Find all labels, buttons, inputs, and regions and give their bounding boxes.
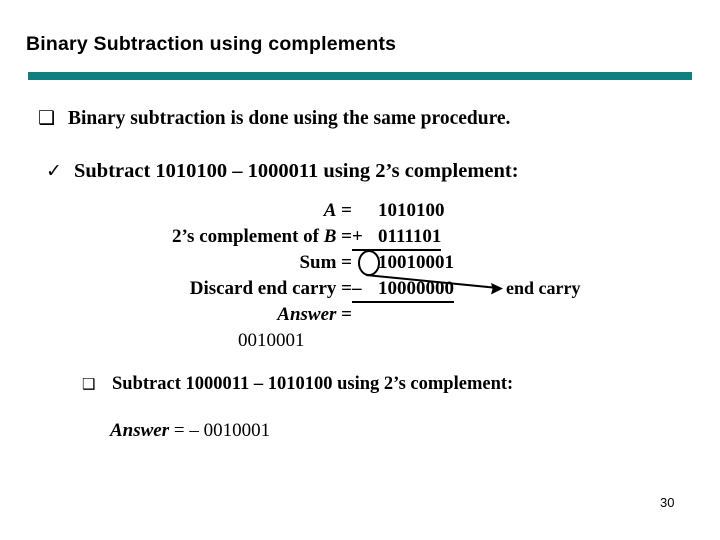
bullet-item-1-label: Binary subtraction is done using the sam… — [68, 108, 511, 129]
calc-row-b-operator: + — [352, 226, 363, 247]
title-divider-rule — [28, 72, 692, 80]
bullet-item-1: ❑ Binary subtraction is done using the s… — [38, 107, 510, 130]
calc-row-b-bits: 0111101 — [378, 226, 442, 247]
calc-row-answer-label-suffix: = — [336, 304, 352, 325]
final-answer-label: Answer — [110, 420, 170, 441]
checkmark-bullet-icon: ✓ — [46, 160, 62, 182]
calc-row-discard-label: Discard end carry = — [189, 278, 352, 299]
calc-row-sum-bits: 10010001 — [378, 252, 454, 273]
calc-row-sum: Sum = 10010001 — [0, 252, 720, 278]
calc-row-a-bits: 1010100 — [378, 200, 445, 221]
calc-row-b-label-italic: B — [323, 226, 337, 247]
calc-row-sum-label: Sum = — [299, 252, 352, 273]
calc-row-a-label: A = — [324, 200, 352, 222]
calc-row-a: A = 1010100 — [0, 200, 720, 226]
calc-row-b-value: +0111101 — [352, 226, 442, 251]
calc-row-discard-operator: – — [352, 278, 362, 299]
final-answer-value: = – 0010001 — [169, 420, 271, 441]
calculation-block: A = 1010100 2’s complement of B = +01111… — [0, 200, 720, 356]
page-number: 30 — [660, 495, 675, 510]
calc-row-b: 2’s complement of B = +0111101 — [0, 226, 720, 252]
calc-row-answer-label: Answer = — [277, 304, 352, 326]
bullet-item-3-label: Subtract 1000011 – 1010100 using 2’s com… — [112, 374, 514, 394]
calc-answer-bits: 0010001 — [238, 330, 305, 351]
page-title: Binary Subtraction using complements — [26, 33, 397, 55]
calc-row-discard-value: –10000000 — [352, 278, 454, 303]
pages-bullet-icon: ❑ — [38, 107, 56, 129]
final-answer-line: Answer = – 0010001 — [110, 420, 270, 442]
calc-row-answer-label-italic: Answer — [277, 304, 337, 325]
calc-row-a-label-italic: A — [323, 200, 337, 221]
hollow-square-bullet-icon: ❑ — [82, 375, 96, 393]
calc-row-b-label-suffix: = — [336, 226, 352, 247]
bullet-item-2-label: Subtract 1010100 – 1000011 using 2’s com… — [74, 160, 519, 182]
calc-row-answer-value: 0010001 — [0, 330, 720, 356]
calc-row-answer: Answer = — [0, 304, 720, 330]
calc-row-sum-value: 10010001 — [352, 252, 454, 274]
calc-row-a-label-suffix: = — [336, 200, 352, 221]
calc-row-b-label: 2’s complement of B = — [172, 226, 352, 248]
calc-row-a-value: 1010100 — [352, 200, 445, 222]
calc-row-discard: Discard end carry = –10000000 — [0, 278, 720, 304]
calc-row-b-label-prefix: 2’s complement of — [171, 226, 324, 247]
end-carry-label: end carry — [506, 278, 581, 298]
calc-row-discard-bits: 10000000 — [378, 278, 454, 299]
bullet-item-2: ✓ Subtract 1010100 – 1000011 using 2’s c… — [46, 160, 519, 183]
bullet-item-3: ❑ Subtract 1000011 – 1010100 using 2’s c… — [82, 374, 513, 395]
